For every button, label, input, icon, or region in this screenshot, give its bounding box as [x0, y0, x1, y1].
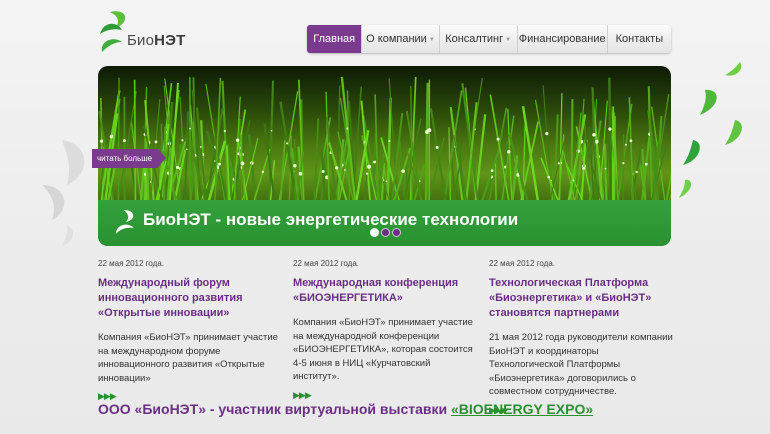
nav-item-contacts[interactable]: Контакты: [608, 25, 671, 53]
banner-slider[interactable]: БиоНЭТ - новые энергетические технологии: [98, 66, 671, 246]
decorative-leaf-left-icon: [42, 140, 85, 246]
banner-title: БиоНЭТ - новые энергетические технологии: [143, 210, 519, 229]
main-nav: Главная О компании ▼ Консалтинг ▼ Финансир…: [307, 25, 671, 53]
news-title-link[interactable]: Международный форум инновационного разви…: [98, 276, 283, 321]
expo-prefix: ООО «БиоНЭТ» - участник виртуальной выст…: [98, 401, 451, 417]
nav-item-label: Консалтинг: [445, 33, 504, 45]
nav-item-home[interactable]: Главная: [307, 25, 363, 53]
nav-item-label: О компании: [366, 33, 427, 45]
read-more-label: читать больше: [97, 154, 153, 163]
nav-item-financing[interactable]: Финансирование: [518, 25, 608, 53]
news-text: Компания «БиоНЭТ» принимает участие на м…: [98, 332, 278, 384]
news-date: 22 мая 2012 года.: [489, 259, 555, 268]
news-item: 22 мая 2012 года. Международный форум ин…: [98, 259, 283, 402]
slider-dot[interactable]: [392, 228, 401, 237]
chevron-down-icon: ▼: [428, 37, 435, 43]
nav-item-about[interactable]: О компании ▼: [362, 25, 440, 53]
nav-item-label: Главная: [313, 33, 356, 45]
slider-dot[interactable]: [381, 228, 390, 237]
more-arrows-icon[interactable]: ▶▶▶: [293, 390, 478, 401]
expo-link[interactable]: «BIOENERGY EXPO»: [451, 401, 593, 417]
logo-text-part2: НЭТ: [154, 32, 186, 49]
nav-item-label: Контакты: [615, 33, 664, 45]
news-item: 22 мая 2012 года. Международная конферен…: [293, 259, 478, 401]
logo-text[interactable]: БиоНЭТ: [127, 32, 185, 49]
news-title-link[interactable]: Международная конференция «БИОЭНЕРГЕТИКА…: [293, 276, 478, 306]
read-more-button[interactable]: читать больше: [92, 149, 166, 168]
grass-image: [98, 76, 671, 206]
chevron-down-icon: ▼: [505, 37, 512, 43]
news-date: 22 мая 2012 года.: [293, 259, 359, 268]
leaf-logo-icon: [116, 210, 134, 234]
slider-dots: [370, 228, 401, 238]
news-text: 21 мая 2012 года руководители компании Б…: [489, 332, 673, 397]
banner-caption: БиоНЭТ - новые энергетические технологии: [98, 200, 671, 246]
news-date: 22 мая 2012 года.: [98, 259, 164, 268]
news-item: 22 мая 2012 года. Технологическая Платфо…: [489, 259, 674, 416]
logo-text-part1: Био: [127, 32, 155, 49]
decorative-leaf-right-icon: [679, 62, 742, 198]
news-title-link[interactable]: Технологическая Платформа «Биоэнергетика…: [489, 276, 674, 321]
slider-dot[interactable]: [370, 228, 379, 237]
nav-item-label: Финансирование: [518, 33, 606, 45]
nav-item-consulting[interactable]: Консалтинг ▼: [440, 25, 518, 53]
expo-heading: ООО «БиоНЭТ» - участник виртуальной выст…: [98, 401, 593, 417]
news-text: Компания «БиоНЭТ» принимает участие на м…: [293, 317, 473, 382]
